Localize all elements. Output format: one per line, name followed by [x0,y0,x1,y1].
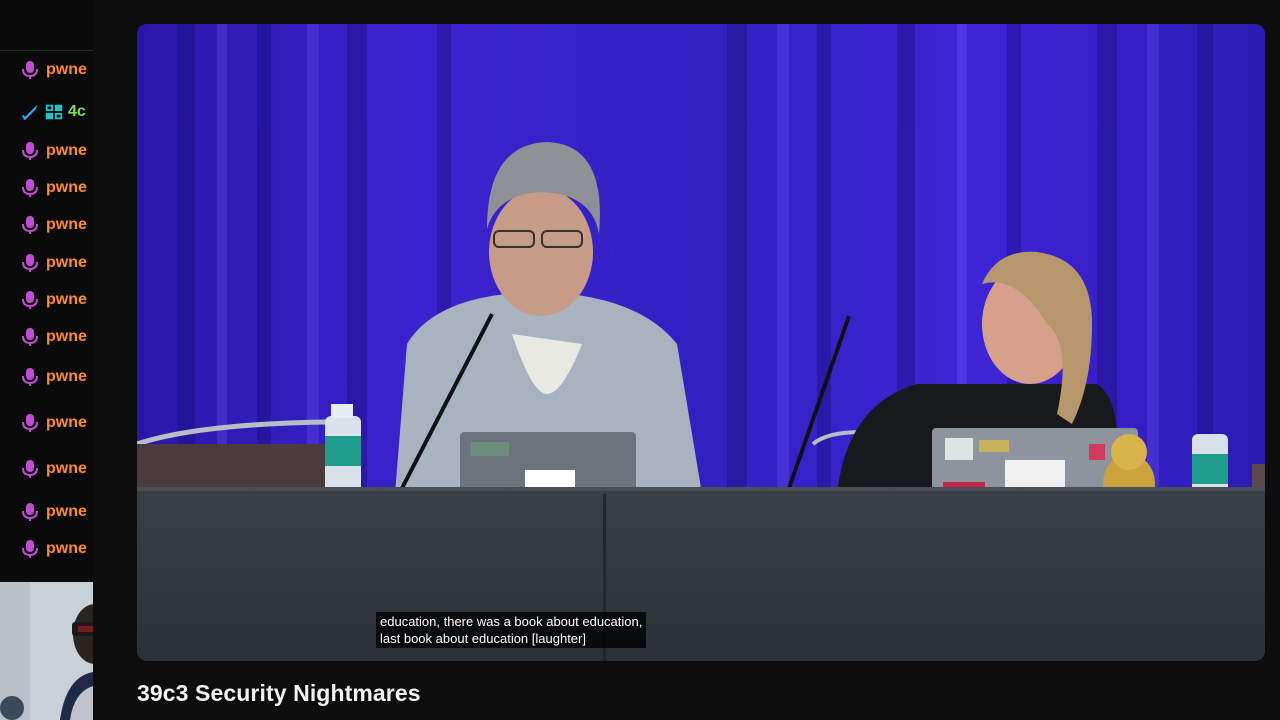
chat-username[interactable]: pwne [46,503,87,521]
mic-icon [20,459,40,479]
chat-message[interactable]: pwne [20,457,87,481]
stream-title: 39c3 Security Nightmares [137,680,421,706]
chat-username[interactable]: pwne [46,291,87,309]
mic-icon [20,367,40,387]
chat-message[interactable]: pwne [20,139,87,163]
chat-username[interactable]: pwne [46,142,87,160]
mic-icon [20,178,40,198]
chat-username[interactable]: pwne [46,61,87,79]
chat-message[interactable]: pwne [20,500,87,524]
mic-icon [20,290,40,310]
chat-message[interactable]: pwne [20,325,87,349]
chat-divider [0,50,93,51]
sword-icon [20,102,40,122]
mic-icon [20,215,40,235]
chat-message[interactable]: pwne [20,365,87,389]
mic-icon [20,413,40,433]
mic-icon [20,60,40,80]
chat-username[interactable]: 4c [68,103,86,121]
chat-username[interactable]: pwne [46,414,87,432]
chat-username[interactable]: pwne [46,460,87,478]
chat-username[interactable]: pwne [46,216,87,234]
badge-icon [44,102,64,122]
mic-icon [20,327,40,347]
caption-line-2: last book about education [laughter] [380,631,586,646]
chat-username[interactable]: pwne [46,328,87,346]
mic-icon [20,502,40,522]
chat-username[interactable]: pwne [46,368,87,386]
chat-message[interactable]: pwne [20,537,87,561]
chat-message[interactable]: pwne [20,411,87,435]
chat-message[interactable]: pwne [20,176,87,200]
chat-username[interactable]: pwne [46,540,87,558]
webcam-overlay [0,582,93,720]
chat-message[interactable]: pwne [20,288,87,312]
closed-captions: education, there was a book about educat… [376,612,647,648]
chat-message[interactable]: pwne [20,251,87,275]
chat-username[interactable]: pwne [46,254,87,272]
video-player[interactable] [137,24,1265,661]
chat-panel: pwne 4c pwne pwne pwne pwne pwne pwne pwne pwne pw… [0,0,93,720]
chat-username[interactable]: pwne [46,179,87,197]
mic-icon [20,253,40,273]
chat-message[interactable]: pwne [20,58,87,82]
mic-icon [20,539,40,559]
mic-icon [20,141,40,161]
caption-line-1: education, there was a book about educat… [380,614,643,629]
chat-message[interactable]: pwne [20,213,87,237]
chat-message[interactable]: 4c [20,100,86,124]
